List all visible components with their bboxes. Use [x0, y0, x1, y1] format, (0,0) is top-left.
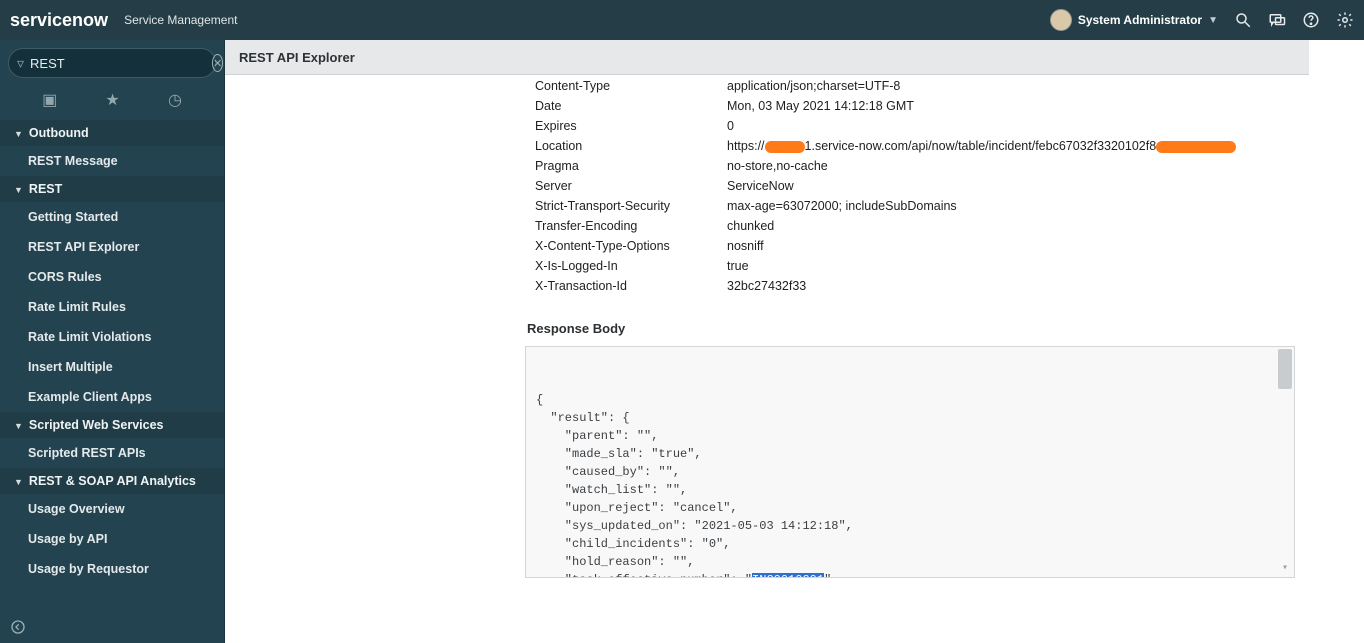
funnel-icon: ▿: [17, 55, 24, 72]
code-line: "caused_by": "",: [536, 463, 1284, 481]
header-value: https://1.service-now.com/api/now/table/…: [719, 137, 1244, 155]
header-row: Expires0: [527, 117, 1244, 135]
nav-item[interactable]: Insert Multiple: [0, 352, 224, 382]
code-scrollbar[interactable]: ▾: [1278, 349, 1292, 575]
selected-text: INC0010001: [752, 573, 824, 578]
brand-subtitle: Service Management: [124, 13, 237, 27]
header-row: X-Content-Type-Optionsnosniff: [527, 237, 1244, 255]
nav-item[interactable]: CORS Rules: [0, 262, 224, 292]
search-icon[interactable]: [1234, 11, 1252, 29]
nav-history-icon[interactable]: ◷: [168, 90, 182, 110]
header-row: Strict-Transport-Securitymax-age=6307200…: [527, 197, 1244, 215]
header-row: Locationhttps://1.service-now.com/api/no…: [527, 137, 1244, 155]
code-line: "hold_reason": "",: [536, 553, 1284, 571]
nav-tree[interactable]: OutboundREST MessageRESTGetting StartedR…: [0, 120, 224, 615]
header-key: Content-Type: [527, 77, 717, 95]
nav-item[interactable]: Usage Overview: [0, 494, 224, 524]
code-line: "child_incidents": "0",: [536, 535, 1284, 553]
scrollbar-thumb[interactable]: [1278, 349, 1292, 389]
brand: servicenow Service Management: [10, 10, 237, 31]
nav-item[interactable]: REST Message: [0, 146, 224, 176]
user-name: System Administrator: [1078, 13, 1202, 27]
header-value: true: [719, 257, 1244, 275]
header-value: Mon, 03 May 2021 14:12:18 GMT: [719, 97, 1244, 115]
header-key: X-Is-Logged-In: [527, 257, 717, 275]
avatar: [1050, 9, 1072, 31]
nav-apps-icon[interactable]: ▣: [42, 90, 57, 110]
header-value: 32bc27432f33: [719, 277, 1244, 295]
nav-filter-input[interactable]: [30, 56, 206, 71]
header-key: X-Transaction-Id: [527, 277, 717, 295]
header-key: X-Content-Type-Options: [527, 237, 717, 255]
header-row: DateMon, 03 May 2021 14:12:18 GMT: [527, 97, 1244, 115]
header-row: X-Is-Logged-Intrue: [527, 257, 1244, 275]
nav-collapse-button[interactable]: [0, 615, 224, 643]
code-line: "sys_updated_on": "2021-05-03 14:12:18",: [536, 517, 1284, 535]
response-body-box[interactable]: { "result": { "parent": "", "made_sla": …: [525, 346, 1295, 578]
nav-item[interactable]: Scripted REST APIs: [0, 438, 224, 468]
header-row: Transfer-Encodingchunked: [527, 217, 1244, 235]
chat-icon[interactable]: [1268, 11, 1286, 29]
header-key: Expires: [527, 117, 717, 135]
page-title: REST API Explorer: [225, 40, 1309, 75]
header-value: chunked: [719, 217, 1244, 235]
code-line: "parent": "",: [536, 427, 1284, 445]
header-value: ServiceNow: [719, 177, 1244, 195]
nav-section[interactable]: Outbound: [0, 120, 224, 146]
nav-favorites-icon[interactable]: ★: [105, 90, 119, 110]
header-row: X-Transaction-Id32bc27432f33: [527, 277, 1244, 295]
header-value: no-store,no-cache: [719, 157, 1244, 175]
nav-filter[interactable]: ▿ ✕: [8, 48, 216, 78]
nav-item[interactable]: Rate Limit Violations: [0, 322, 224, 352]
header-value: nosniff: [719, 237, 1244, 255]
gear-icon[interactable]: [1336, 11, 1354, 29]
scrollbar-down-icon[interactable]: ▾: [1278, 561, 1292, 575]
code-line: "task_effective_number": "INC0010001",: [536, 571, 1284, 578]
header-value: application/json;charset=UTF-8: [719, 77, 1244, 95]
header-key: Server: [527, 177, 717, 195]
header-key: Location: [527, 137, 717, 155]
header-key: Date: [527, 97, 717, 115]
code-line: {: [536, 391, 1284, 409]
brand-logo: servicenow: [10, 10, 108, 31]
code-line: "watch_list": "",: [536, 481, 1284, 499]
code-line: "upon_reject": "cancel",: [536, 499, 1284, 517]
header-row: Pragmano-store,no-cache: [527, 157, 1244, 175]
header-key: Strict-Transport-Security: [527, 197, 717, 215]
header-key: Pragma: [527, 157, 717, 175]
header-row: Content-Typeapplication/json;charset=UTF…: [527, 77, 1244, 95]
left-nav: ▿ ✕ ▣ ★ ◷ OutboundREST MessageRESTGettin…: [0, 40, 225, 643]
response-headers-table: Content-Typeapplication/json;charset=UTF…: [525, 75, 1246, 297]
nav-item[interactable]: Usage by API: [0, 524, 224, 554]
clear-filter-button[interactable]: ✕: [212, 54, 223, 72]
header-row: ServerServiceNow: [527, 177, 1244, 195]
help-icon[interactable]: [1302, 11, 1320, 29]
response-body-label: Response Body: [527, 321, 1309, 336]
header-value: 0: [719, 117, 1244, 135]
nav-item[interactable]: Usage by Requestor: [0, 554, 224, 584]
top-banner: servicenow Service Management System Adm…: [0, 0, 1364, 40]
nav-section[interactable]: REST & SOAP API Analytics: [0, 468, 224, 494]
code-line: "made_sla": "true",: [536, 445, 1284, 463]
code-line: "result": {: [536, 409, 1284, 427]
nav-item[interactable]: Getting Started: [0, 202, 224, 232]
redaction: [765, 141, 805, 153]
content-area: Content-Typeapplication/json;charset=UTF…: [225, 75, 1309, 643]
nav-item[interactable]: REST API Explorer: [0, 232, 224, 262]
nav-item[interactable]: Example Client Apps: [0, 382, 224, 412]
user-menu[interactable]: System Administrator ▼: [1050, 9, 1218, 31]
nav-section[interactable]: Scripted Web Services: [0, 412, 224, 438]
header-value: max-age=63072000; includeSubDomains: [719, 197, 1244, 215]
nav-section[interactable]: REST: [0, 176, 224, 202]
redaction: [1156, 141, 1236, 153]
header-key: Transfer-Encoding: [527, 217, 717, 235]
chevron-down-icon: ▼: [1208, 15, 1218, 26]
nav-item[interactable]: Rate Limit Rules: [0, 292, 224, 322]
